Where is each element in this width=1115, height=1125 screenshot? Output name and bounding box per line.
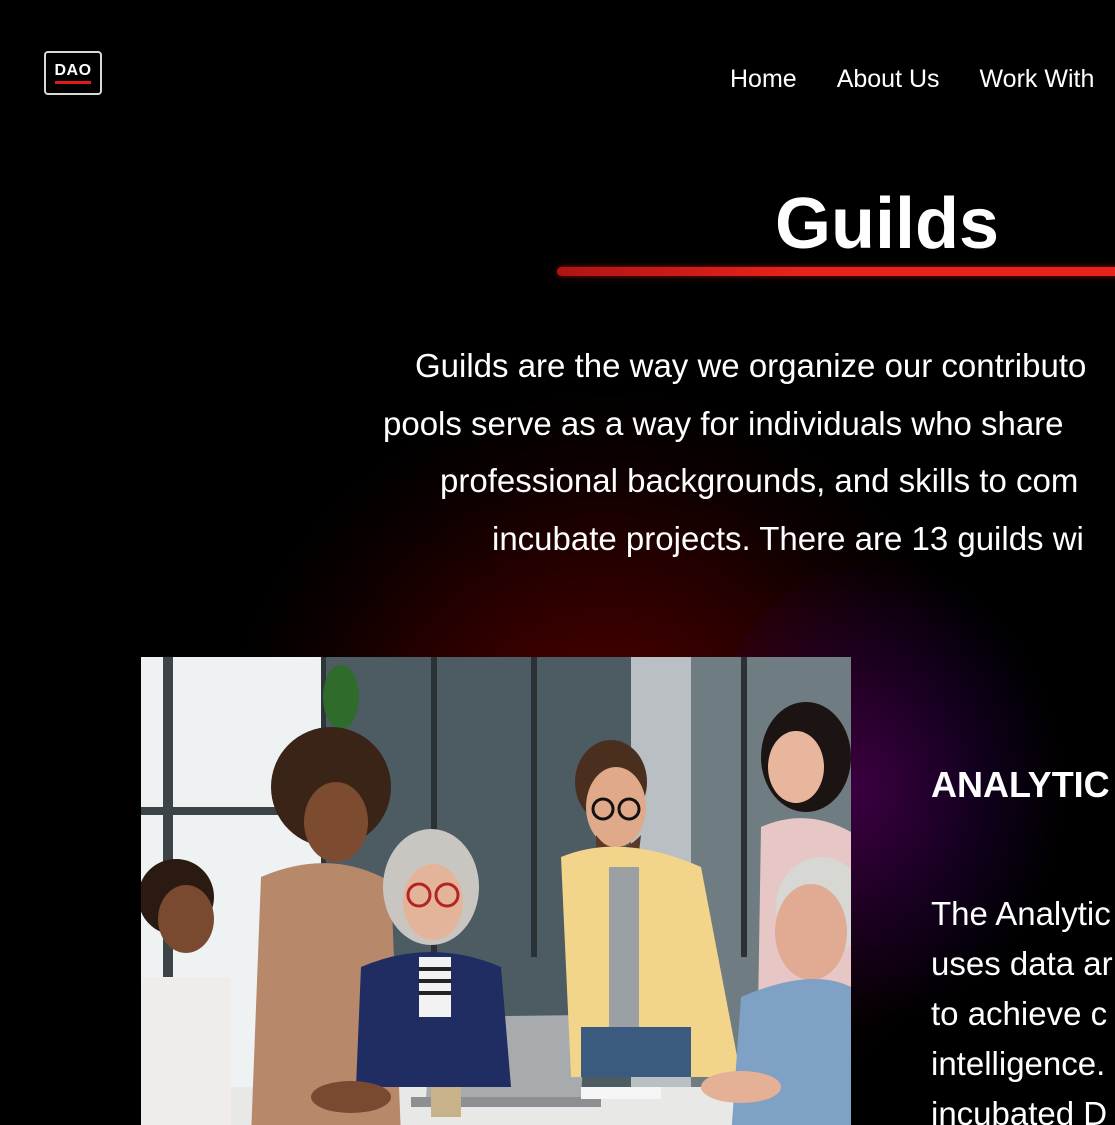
intro-line: Guilds are the way we organize our contr… [415, 347, 1087, 384]
guild-heading: ANALYTIC [931, 764, 1110, 805]
dao-logo[interactable]: DAO [44, 51, 102, 95]
guild-description-line: The Analytic [931, 895, 1111, 932]
guild-description-line: intelligence. [931, 1045, 1106, 1082]
nav-work-with-link[interactable]: Work With [980, 63, 1095, 95]
page-title: Guilds [775, 184, 1000, 264]
nav-about-us-link[interactable]: About Us [837, 63, 940, 95]
guild-description-line: uses data ar [931, 945, 1113, 982]
intro-line: incubate projects. There are 13 guilds w… [492, 519, 1084, 557]
nav-home-link[interactable]: Home [730, 63, 797, 95]
guild-description-line: incubated D [931, 1095, 1108, 1125]
guild-description: The Analytic uses data ar to achieve c i… [931, 889, 1113, 1125]
logo-text: DAO [54, 61, 92, 79]
intro-line: pools serve as a way for individuals who… [383, 404, 1064, 442]
title-underline [557, 267, 1115, 276]
main-nav: Home About Us Work With [730, 63, 1094, 95]
guild-description-line: to achieve c [931, 995, 1108, 1032]
logo-underline [55, 80, 91, 84]
intro-line: professional backgrounds, and skills to … [440, 462, 1079, 499]
team-meeting-photo [141, 657, 851, 1125]
page: DAO Home About Us Work With Guilds Guild… [0, 0, 1115, 1125]
